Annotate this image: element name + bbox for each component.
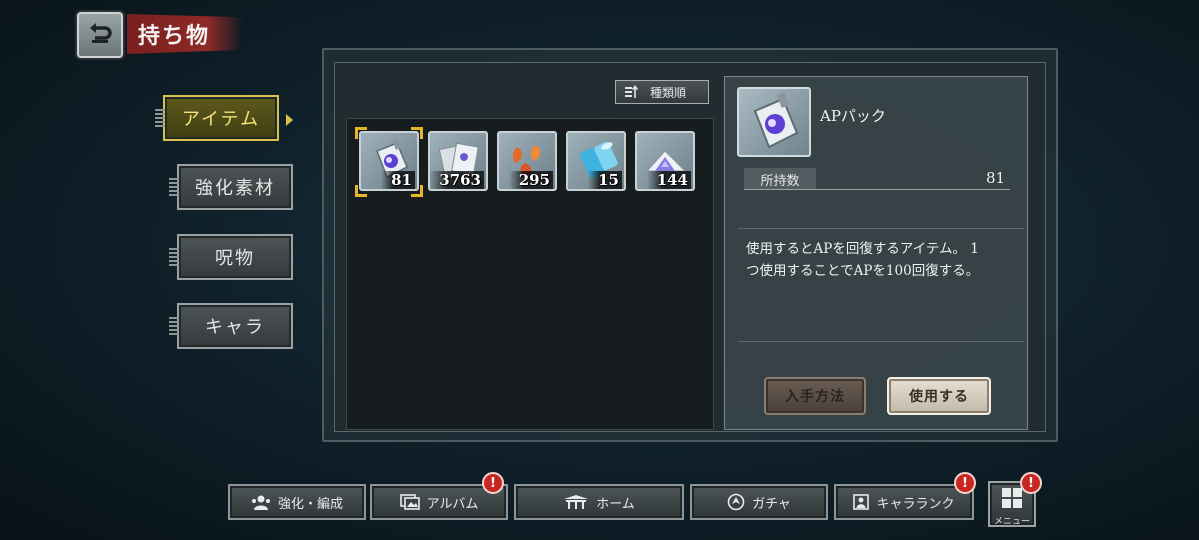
team-icon bbox=[251, 495, 270, 510]
item-description: 使用するとAPを回復するアイテム。 1 つ使用することでAPを100回復する。 bbox=[746, 238, 1020, 282]
album-alert-badge: ! bbox=[482, 472, 504, 494]
nav-enhance[interactable]: 強化・編成 bbox=[228, 484, 366, 520]
description-line: つ使用することでAPを100回復する。 bbox=[746, 263, 980, 279]
acquire-label: 入手方法 bbox=[785, 389, 845, 405]
active-tab-arrow-icon bbox=[286, 114, 293, 126]
tab-items[interactable]: アイテム bbox=[155, 95, 279, 141]
item-count: 295 bbox=[508, 171, 553, 189]
quantity-divider bbox=[744, 189, 1010, 190]
nav-gacha[interactable]: ガチャ bbox=[690, 484, 828, 520]
selection-frame bbox=[355, 127, 423, 197]
character-rank-icon bbox=[853, 494, 870, 510]
item-count: 15 bbox=[588, 171, 622, 189]
menu-label: メニュー bbox=[993, 517, 1030, 527]
description-divider-bottom bbox=[738, 341, 1024, 342]
character-rank-alert-badge: ! bbox=[954, 472, 976, 494]
quantity-value: 81 bbox=[986, 169, 1006, 187]
menu-grid-icon bbox=[1002, 488, 1022, 508]
item-slot-crystal-pile[interactable]: 144 bbox=[635, 131, 695, 191]
menu-alert-badge: ! bbox=[1020, 472, 1042, 494]
use-item-button[interactable]: 使用する bbox=[887, 377, 991, 415]
sort-icon bbox=[625, 85, 638, 98]
tab-enhance-materials[interactable]: 強化素材 bbox=[169, 164, 293, 210]
sort-button[interactable]: 種類順 bbox=[615, 80, 709, 104]
tab-cursed-objects[interactable]: 呪物 bbox=[169, 234, 293, 280]
home-shrine-icon bbox=[564, 495, 589, 509]
description-line: 使用するとAPを回復するアイテム。 1 bbox=[746, 241, 979, 257]
page-title: 持ち物 bbox=[138, 23, 211, 49]
description-divider-top bbox=[738, 228, 1024, 229]
quantity-label: 所持数 bbox=[744, 168, 816, 190]
nav-label: ホーム bbox=[596, 496, 635, 512]
tab-label: キャラ bbox=[205, 317, 265, 338]
item-count: 3763 bbox=[430, 171, 484, 189]
album-icon bbox=[399, 494, 420, 510]
acquire-method-button[interactable]: 入手方法 bbox=[764, 377, 866, 415]
nav-label: ガチャ bbox=[752, 496, 791, 512]
nav-label: 強化・編成 bbox=[277, 496, 343, 512]
item-count: 144 bbox=[646, 171, 691, 189]
nav-home[interactable]: ホーム bbox=[514, 484, 684, 520]
detail-item-icon bbox=[737, 87, 811, 157]
ap-pack-icon bbox=[753, 92, 799, 149]
item-slot-cards[interactable]: 3763 bbox=[428, 131, 488, 191]
sort-label: 種類順 bbox=[650, 85, 687, 100]
tab-label: 強化素材 bbox=[195, 178, 275, 199]
back-arrow-icon bbox=[90, 23, 112, 43]
nav-label: キャラランク bbox=[876, 496, 955, 512]
nav-label: アルバム bbox=[426, 496, 479, 512]
item-slot-petals[interactable]: 295 bbox=[497, 131, 557, 191]
gacha-icon bbox=[727, 493, 745, 511]
tab-label: アイテム bbox=[181, 109, 261, 130]
use-label: 使用する bbox=[909, 389, 969, 405]
nav-character-rank[interactable]: キャラランク bbox=[834, 484, 974, 520]
tab-characters[interactable]: キャラ bbox=[169, 303, 293, 349]
item-name: APパック bbox=[820, 107, 886, 125]
tab-label: 呪物 bbox=[215, 248, 255, 269]
back-button[interactable] bbox=[77, 12, 123, 58]
item-slot-film-roll[interactable]: 15 bbox=[566, 131, 626, 191]
